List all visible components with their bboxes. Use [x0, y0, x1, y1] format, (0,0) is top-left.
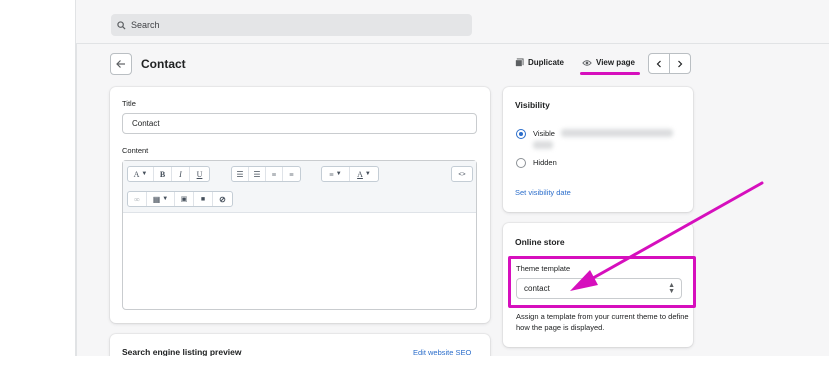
bottom-margin — [0, 356, 829, 383]
annotation-arrow — [570, 181, 764, 291]
